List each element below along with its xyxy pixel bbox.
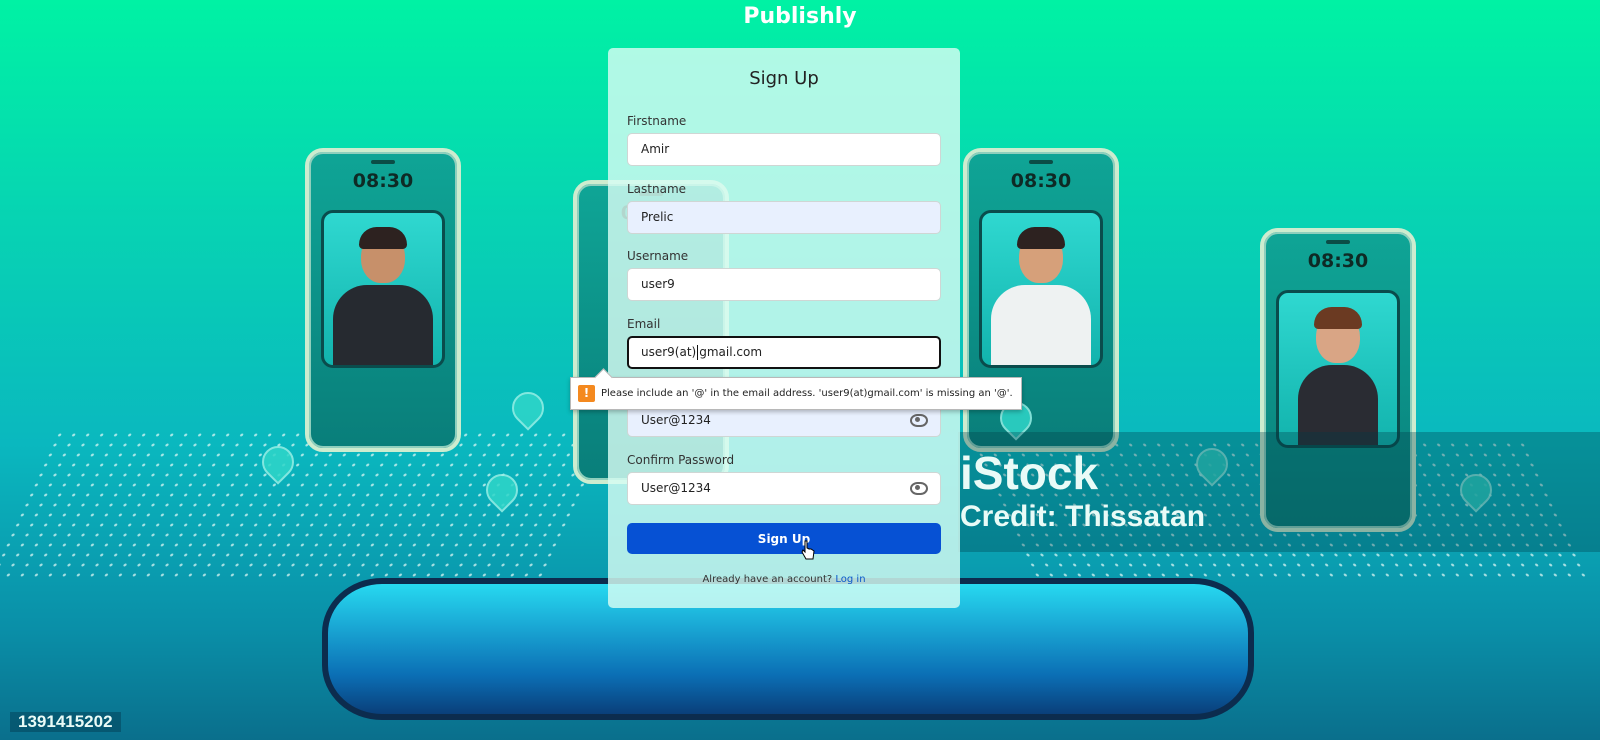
lastname-label: Lastname	[627, 182, 687, 196]
watermark-credit: Credit: Thissatan	[960, 500, 1206, 533]
email-label: Email	[627, 317, 661, 331]
confirm-password-label: Confirm Password	[627, 453, 735, 467]
confirm-password-field: Confirm Password User@1234	[627, 453, 941, 505]
signup-heading: Sign Up	[749, 68, 819, 89]
validation-message: Please include an '@' in the email addre…	[601, 388, 1013, 399]
hand-pointer-cursor-icon	[801, 540, 815, 560]
confirm-password-value: User@1234	[641, 481, 711, 495]
email-field: Email user9(at) gmail.com	[627, 317, 941, 369]
map-dots	[0, 430, 615, 580]
email-value-after-caret: gmail.com	[699, 345, 763, 359]
username-label: Username	[627, 249, 689, 263]
watermark-image-id: 1391415202	[10, 712, 121, 732]
password-value: User@1234	[641, 413, 711, 427]
background-phone: 08:30	[305, 148, 461, 452]
location-pin-icon	[505, 385, 551, 431]
show-password-eye-icon[interactable]	[910, 414, 928, 427]
email-validation-tooltip: ! Please include an '@' in the email add…	[570, 377, 1022, 410]
login-prompt: Already have an account? Log in	[608, 574, 960, 585]
signup-card: Sign Up Firstname Amir Lastname Prelic U…	[608, 48, 960, 608]
email-input[interactable]: user9(at) gmail.com	[627, 336, 941, 369]
login-link[interactable]: Log in	[835, 574, 865, 585]
firstname-label: Firstname	[627, 114, 687, 128]
lastname-input[interactable]: Prelic	[627, 201, 941, 234]
app-title: Publishly	[743, 4, 857, 29]
signup-button[interactable]: Sign Up	[627, 523, 941, 554]
lastname-field: Lastname Prelic	[627, 182, 941, 234]
warning-icon: !	[578, 385, 595, 402]
confirm-password-input[interactable]: User@1234	[627, 472, 941, 505]
show-confirm-password-eye-icon[interactable]	[910, 482, 928, 495]
username-input[interactable]: user9	[627, 268, 941, 301]
username-field: Username user9	[627, 249, 941, 301]
email-value-before-caret: user9(at)	[641, 345, 697, 359]
watermark-brand: iStock	[960, 447, 1099, 499]
login-prompt-text: Already have an account?	[702, 574, 833, 585]
firstname-field: Firstname Amir	[627, 114, 941, 166]
firstname-input[interactable]: Amir	[627, 133, 941, 166]
